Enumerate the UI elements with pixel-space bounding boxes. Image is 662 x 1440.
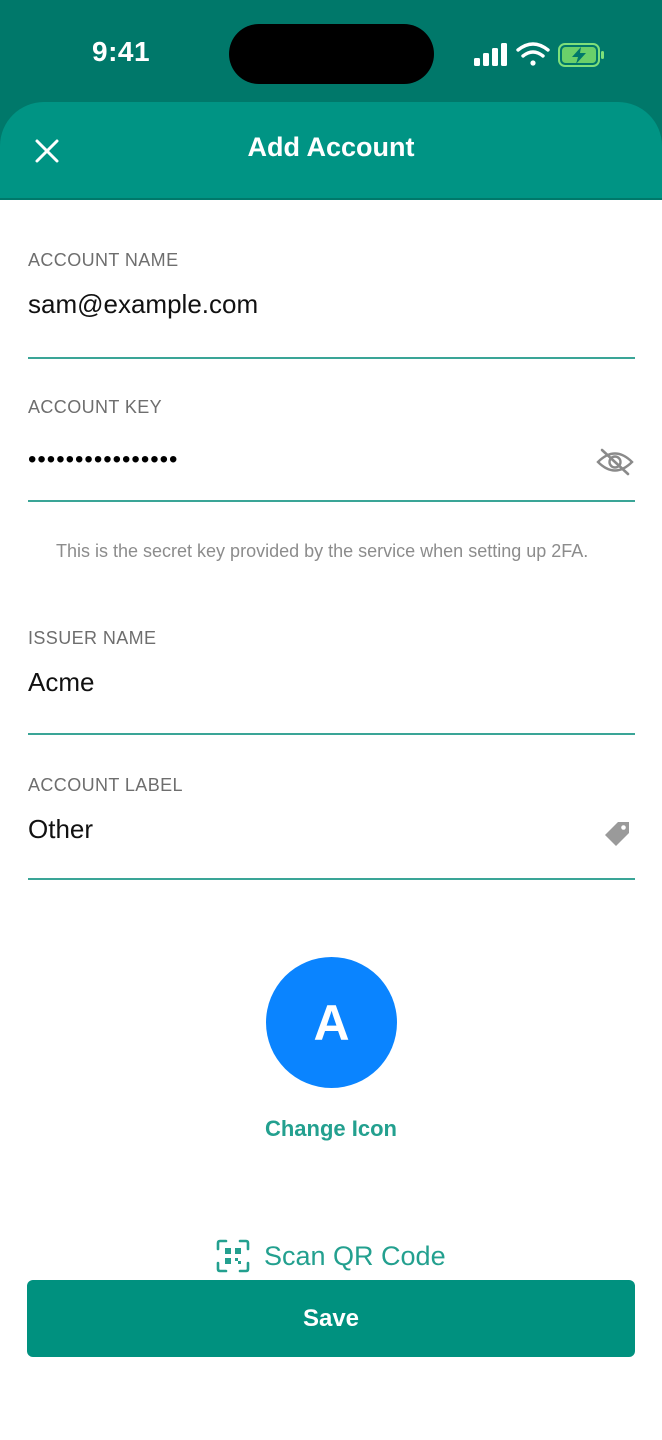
status-icons <box>472 38 612 72</box>
account-label-value: Other <box>28 814 94 844</box>
issuer-name-field: ISSUER NAME Acme <box>28 628 635 735</box>
eye-slash-icon <box>596 448 634 476</box>
account-label-select[interactable]: Other <box>28 814 637 880</box>
account-name-label: ACCOUNT NAME <box>28 250 179 270</box>
account-label-label: ACCOUNT LABEL <box>28 775 183 795</box>
toggle-key-visibility-button[interactable] <box>595 444 635 480</box>
account-name-field: ACCOUNT NAME sam@example.com <box>28 250 635 359</box>
issuer-name-label: ISSUER NAME <box>28 628 157 648</box>
status-time: 9:41 <box>92 36 151 67</box>
wifi-icon <box>516 42 550 66</box>
scan-qr-code-button[interactable]: Scan QR Code <box>216 1236 446 1276</box>
add-account-screen: 9:41 Add Account ACCOUNT NAME sam@exampl… <box>0 0 662 1440</box>
sheet-header: Add Account <box>0 102 662 198</box>
account-name-input[interactable]: sam@example.com <box>28 289 635 359</box>
save-button[interactable]: Save <box>27 1280 635 1357</box>
account-label-field: ACCOUNT LABEL Other <box>28 775 635 880</box>
account-key-helper-text: This is the secret key provided by the s… <box>56 541 589 561</box>
account-key-label: ACCOUNT KEY <box>28 397 163 417</box>
cellular-signal-icon <box>474 43 507 66</box>
tag-icon <box>597 816 637 852</box>
issuer-name-value: Acme <box>28 667 95 697</box>
battery-charging-icon <box>558 43 604 67</box>
issuer-name-input[interactable]: Acme <box>28 667 635 735</box>
change-icon-button[interactable]: Change Icon <box>0 1116 662 1142</box>
account-name-value: sam@example.com <box>28 289 259 319</box>
account-key-input[interactable]: •••••••••••••••• <box>28 440 635 502</box>
qr-code-icon <box>216 1239 250 1273</box>
scan-qr-code-label: Scan QR Code <box>264 1240 446 1271</box>
page-title: Add Account <box>247 132 415 162</box>
dynamic-island <box>229 24 434 84</box>
account-key-masked-value: •••••••••••••••• <box>28 446 179 473</box>
account-avatar[interactable]: A <box>266 957 397 1088</box>
account-key-field: ACCOUNT KEY •••••••••••••••• <box>28 397 635 502</box>
